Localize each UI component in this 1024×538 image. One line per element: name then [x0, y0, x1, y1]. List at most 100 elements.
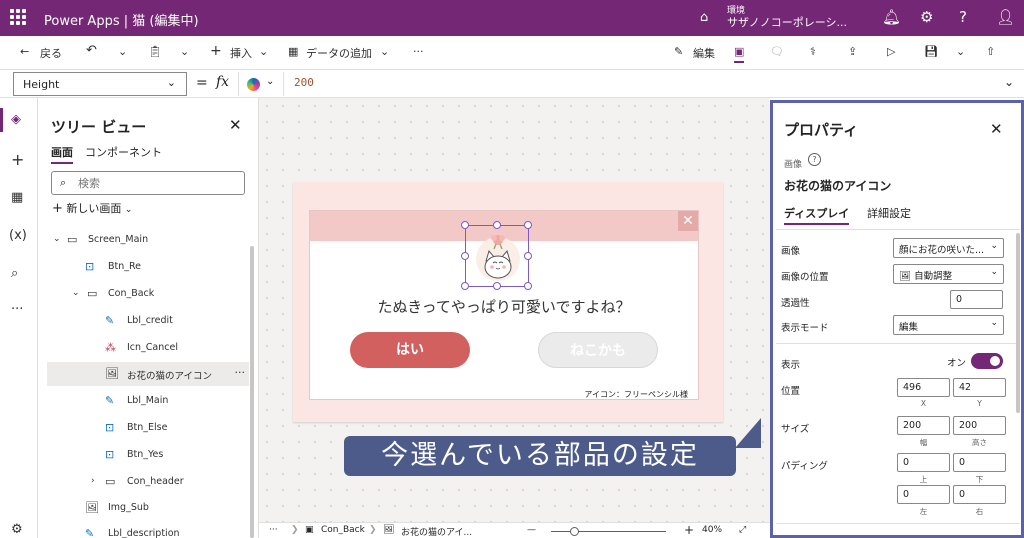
- undo-icon[interactable]: ↶: [86, 43, 97, 58]
- resize-handle[interactable]: [524, 252, 532, 260]
- tree-scrollbar[interactable]: [250, 246, 254, 538]
- tree-node-img-sub[interactable]: 🖼︎ Img_Sub: [47, 496, 249, 520]
- properties-scrollbar[interactable]: [1016, 233, 1020, 413]
- else-button[interactable]: ねこかも: [538, 332, 658, 368]
- account-icon[interactable]: 👤︎: [996, 8, 1015, 26]
- tab-screens[interactable]: 画面: [51, 144, 73, 164]
- add-data-button[interactable]: データの追加: [306, 45, 372, 61]
- resize-handle[interactable]: [524, 282, 532, 290]
- zoom-slider-track[interactable]: [551, 531, 666, 532]
- more-icon[interactable]: ···: [269, 525, 278, 535]
- tree-node-screen-main[interactable]: ⌄ ▭ Screen_Main: [47, 228, 249, 252]
- comments-icon[interactable]: 🗨︎: [770, 45, 784, 58]
- collapse-icon[interactable]: ⌄: [53, 234, 61, 244]
- edit-pencil-icon[interactable]: ✎: [674, 45, 683, 58]
- copilot-button[interactable]: ⌄: [238, 72, 284, 96]
- close-icon[interactable]: ✕: [990, 120, 1003, 138]
- preview-play-icon[interactable]: ▷: [887, 45, 895, 58]
- back-button[interactable]: 戻る: [40, 45, 62, 61]
- tree-node-con-back[interactable]: ⌄ ▭ Con_Back: [47, 282, 249, 306]
- display-mode-dropdown[interactable]: 編集 ⌄: [893, 315, 1004, 335]
- tree-node-btn-else[interactable]: ⊡ Btn_Else: [47, 416, 249, 440]
- paste-icon[interactable]: 📋︎: [148, 45, 162, 58]
- more-options-icon[interactable]: ···: [235, 366, 246, 379]
- height-input[interactable]: 200: [953, 416, 1006, 435]
- help-icon[interactable]: ?: [808, 153, 821, 166]
- settings-icon[interactable]: ⚙: [11, 522, 23, 537]
- resize-handle[interactable]: [461, 282, 469, 290]
- paste-chevron-icon[interactable]: ⌄: [180, 45, 189, 58]
- share-icon[interactable]: ⇪: [848, 45, 857, 58]
- control-name[interactable]: お花の猫のアイコン: [784, 177, 891, 194]
- tab-components[interactable]: コンポーネント: [85, 144, 162, 160]
- dialog-container[interactable]: ✕ たぬきってやっぱり可愛いですよね？ はい ねこかも アイコン：フリーペンシル…: [309, 210, 699, 400]
- yes-button[interactable]: はい: [350, 332, 470, 368]
- resize-handle[interactable]: [461, 221, 469, 229]
- insert-plus-icon[interactable]: +: [210, 43, 222, 59]
- data-icon[interactable]: ▦: [288, 45, 298, 58]
- save-chevron-icon[interactable]: ⌄: [956, 45, 965, 58]
- width-input[interactable]: 200: [897, 416, 950, 435]
- new-screen-button[interactable]: + 新しい画面 ⌄: [52, 200, 132, 216]
- zoom-slider-thumb[interactable]: [570, 527, 579, 536]
- help-icon[interactable]: ?: [959, 8, 967, 26]
- app-checker-icon[interactable]: ⚕: [810, 45, 816, 58]
- tree-node-btn-yes[interactable]: ⊡ Btn_Yes: [47, 443, 249, 467]
- tree-toggle-icon[interactable]: ▣: [734, 45, 745, 63]
- more-icon[interactable]: ···: [11, 302, 23, 317]
- resize-handle[interactable]: [493, 282, 501, 290]
- padding-top-input[interactable]: 0: [897, 453, 950, 472]
- padding-left-input[interactable]: 0: [897, 485, 950, 504]
- tab-advanced[interactable]: 詳細設定: [867, 205, 911, 221]
- tree-node-icn-cancel[interactable]: ⁂ Icn_Cancel: [47, 336, 249, 360]
- tree-node-lbl-main[interactable]: ✎ Lbl_Main: [47, 389, 249, 413]
- tree-node-lbl-description[interactable]: ✎ Lbl_description: [47, 522, 249, 538]
- back-arrow-icon[interactable]: ←: [20, 45, 29, 58]
- gear-icon[interactable]: ⚙: [920, 8, 933, 26]
- tree-node-btn-re[interactable]: ⊡ Btn_Re: [47, 255, 249, 279]
- close-icon[interactable]: ✕: [229, 116, 242, 134]
- zoom-in-button[interactable]: +: [684, 523, 694, 537]
- y-input[interactable]: 42: [953, 378, 1006, 397]
- app-launcher-icon[interactable]: [10, 9, 26, 25]
- main-question-label[interactable]: たぬきってやっぱり可愛いですよね？: [310, 296, 698, 317]
- selected-image-control[interactable]: [461, 221, 532, 290]
- search-input[interactable]: [78, 175, 228, 191]
- tree-node-con-header[interactable]: › ▭ Con_header: [47, 470, 249, 494]
- image-dropdown[interactable]: 顔にお花の咲いた... ⌄: [893, 238, 1004, 258]
- credit-label[interactable]: アイコン：フリーペンシル様: [584, 389, 688, 400]
- visible-toggle[interactable]: [971, 353, 1003, 369]
- breadcrumb-flower-cat[interactable]: お花の猫のアイ...: [401, 525, 472, 538]
- transparency-input[interactable]: 0: [950, 290, 1003, 309]
- padding-right-input[interactable]: 0: [953, 485, 1006, 504]
- tree-search[interactable]: ⌕: [51, 171, 245, 195]
- edit-button[interactable]: 編集: [693, 45, 715, 61]
- search-icon[interactable]: ⌕: [11, 266, 18, 281]
- more-commands-button[interactable]: ···: [413, 45, 424, 58]
- environment-icon[interactable]: ⌂: [700, 10, 708, 25]
- collapse-icon[interactable]: ⌄: [72, 288, 80, 298]
- zoom-out-button[interactable]: —: [527, 525, 536, 535]
- environment-name[interactable]: サザノノコーポレーシ...: [727, 14, 847, 30]
- fit-to-window-icon[interactable]: ⤢: [739, 525, 746, 535]
- tree-node-flower-cat-icon[interactable]: 🖼︎ お花の猫のアイコン ···: [47, 362, 249, 386]
- image-position-dropdown[interactable]: 🖼︎ 自動調整 ⌄: [893, 264, 1004, 284]
- data-table-icon[interactable]: ▦: [11, 190, 23, 205]
- insert-chevron-icon[interactable]: ⌄: [259, 45, 268, 58]
- x-input[interactable]: 496: [897, 378, 950, 397]
- resize-handle[interactable]: [524, 221, 532, 229]
- property-dropdown[interactable]: Height ⌄: [13, 72, 187, 96]
- variables-icon[interactable]: (x): [9, 228, 27, 243]
- breadcrumb-con-back[interactable]: Con_Back: [321, 525, 365, 535]
- fx-icon[interactable]: fx: [216, 74, 229, 90]
- cancel-icon[interactable]: ✕: [678, 211, 698, 231]
- resize-handle[interactable]: [461, 252, 469, 260]
- tab-display[interactable]: ディスプレイ: [784, 205, 850, 225]
- insert-button[interactable]: 挿入: [230, 45, 252, 61]
- insert-icon[interactable]: +: [11, 150, 24, 169]
- bell-icon[interactable]: 🔔︎: [882, 8, 901, 26]
- expand-icon[interactable]: ›: [91, 476, 95, 486]
- layers-icon[interactable]: ◈: [11, 112, 21, 127]
- expand-formula-icon[interactable]: ⌄: [1004, 75, 1014, 89]
- add-data-chevron-icon[interactable]: ⌄: [380, 45, 389, 58]
